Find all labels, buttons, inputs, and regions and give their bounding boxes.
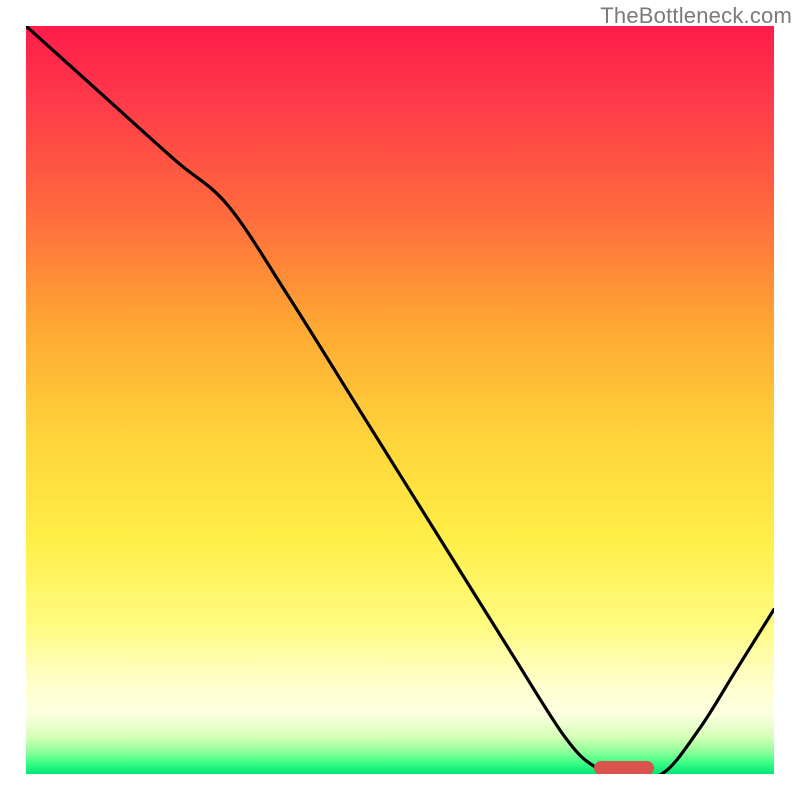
- chart-canvas: TheBottleneck.com: [0, 0, 800, 800]
- optimal-marker: [594, 761, 654, 774]
- bottleneck-curve: [26, 26, 774, 774]
- plot-area: [26, 26, 774, 774]
